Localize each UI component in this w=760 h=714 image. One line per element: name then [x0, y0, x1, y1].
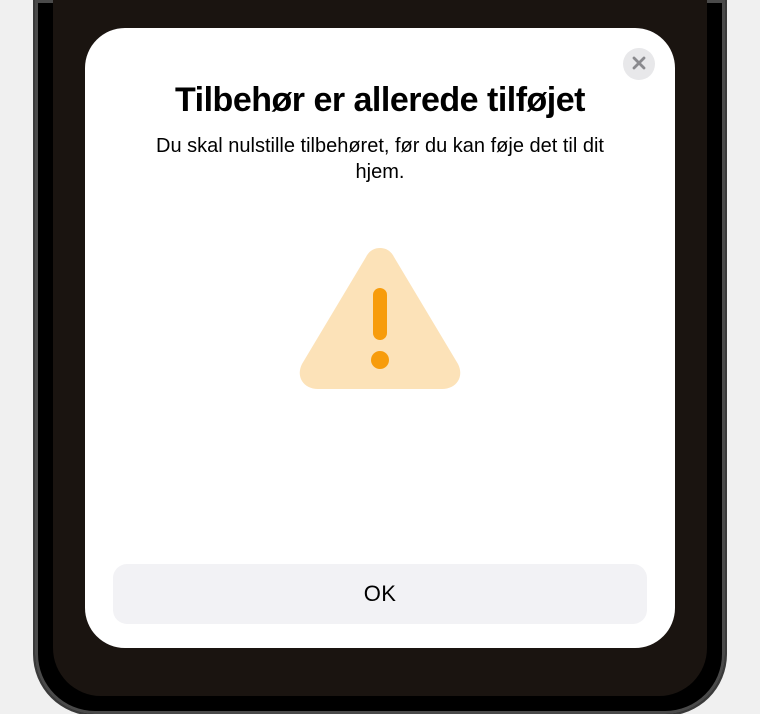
ok-button[interactable]: OK	[113, 564, 647, 624]
close-button[interactable]	[623, 48, 655, 80]
warning-triangle-icon	[295, 240, 465, 390]
dialog-subtitle: Du skal nulstille tilbehøret, før du kan…	[140, 133, 620, 185]
alert-dialog: Tilbehør er allerede tilføjet Du skal nu…	[85, 28, 675, 648]
close-icon	[632, 56, 646, 73]
phone-screen: Tilbehør er allerede tilføjet Du skal nu…	[53, 0, 707, 696]
phone-frame: Tilbehør er allerede tilføjet Du skal nu…	[35, 0, 725, 714]
dialog-title: Tilbehør er allerede tilføjet	[175, 80, 585, 121]
